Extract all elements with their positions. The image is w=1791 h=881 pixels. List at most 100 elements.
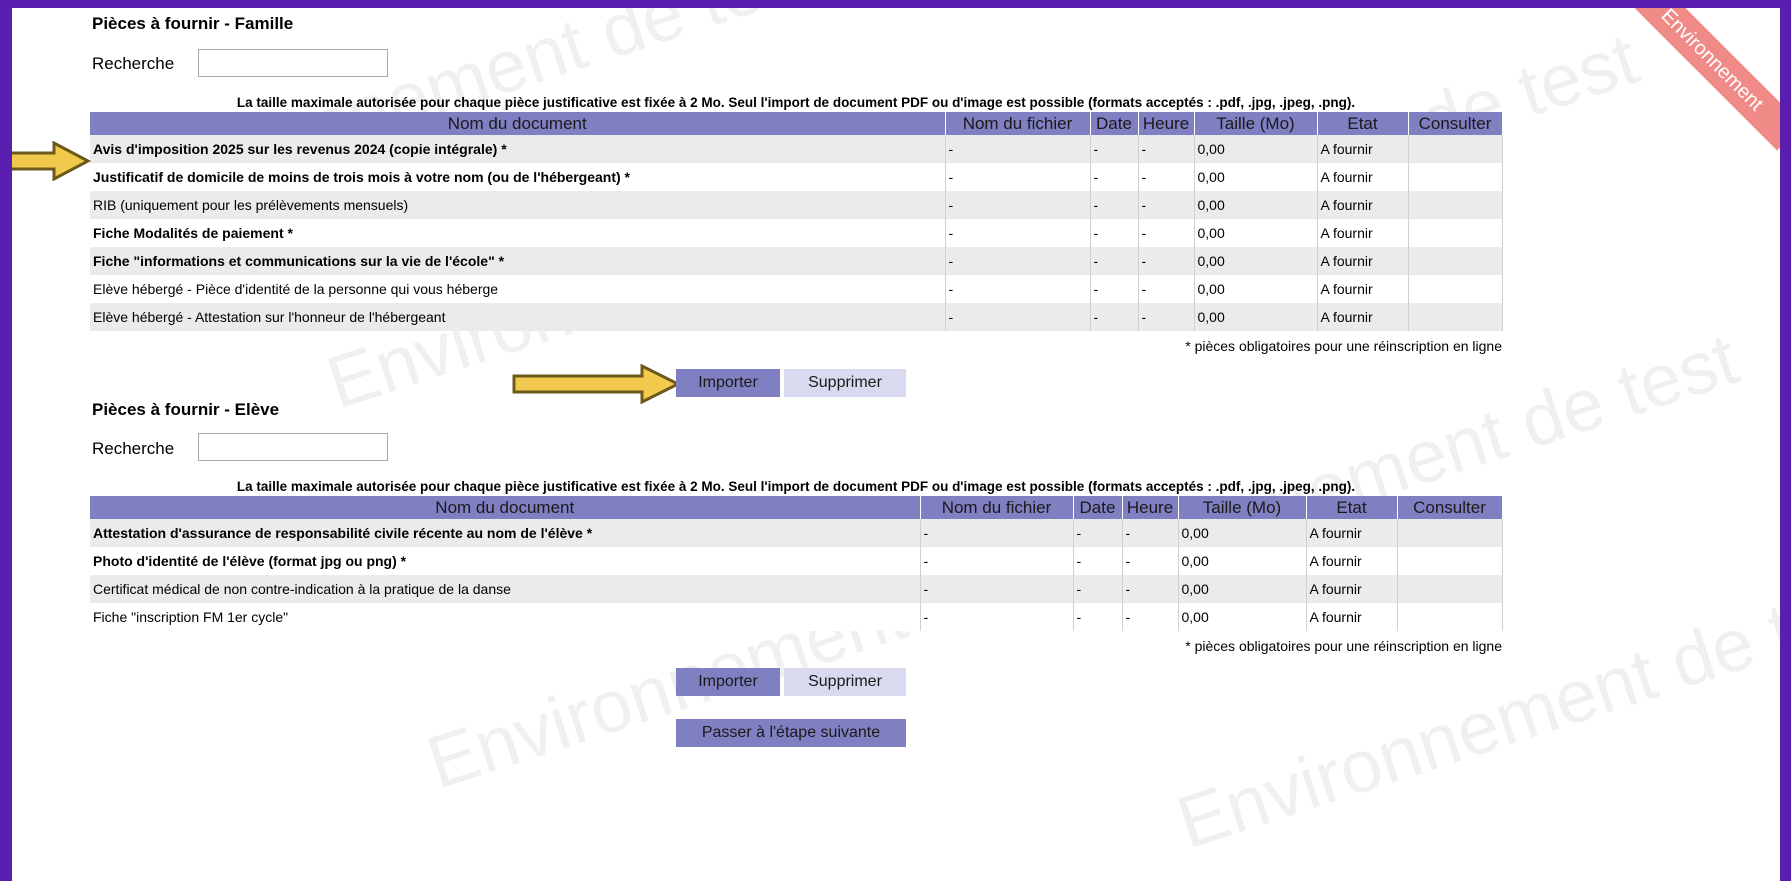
column-header-state[interactable]: Etat bbox=[1306, 496, 1398, 519]
consult-cell[interactable] bbox=[1408, 163, 1503, 191]
file-name: - bbox=[920, 547, 1074, 575]
column-header-date[interactable]: Date bbox=[1073, 496, 1123, 519]
column-header-file-name[interactable]: Nom du fichier bbox=[945, 112, 1091, 135]
column-header-time[interactable]: Heure bbox=[1138, 112, 1195, 135]
file-name: - bbox=[945, 135, 1091, 163]
table-row[interactable]: Fiche "inscription FM 1er cycle" - - - 0… bbox=[90, 603, 1503, 631]
table-header-row: Nom du document Nom du fichier Date Heur… bbox=[90, 496, 1503, 519]
document-state: A fournir bbox=[1317, 303, 1409, 331]
document-name: Attestation d'assurance de responsabilit… bbox=[90, 519, 921, 547]
file-name: - bbox=[945, 163, 1091, 191]
consult-cell[interactable] bbox=[1408, 303, 1503, 331]
upload-date: - bbox=[1090, 191, 1139, 219]
environment-ribbon: Environnement bbox=[1621, 8, 1780, 151]
column-header-consult[interactable]: Consulter bbox=[1408, 112, 1503, 135]
column-header-size[interactable]: Taille (Mo) bbox=[1194, 112, 1318, 135]
document-state: A fournir bbox=[1317, 247, 1409, 275]
table-row[interactable]: RIB (uniquement pour les prélèvements me… bbox=[90, 191, 1503, 219]
eleve-delete-button[interactable]: Supprimer bbox=[784, 668, 906, 696]
column-header-date[interactable]: Date bbox=[1090, 112, 1139, 135]
table-row[interactable]: Certificat médical de non contre-indicat… bbox=[90, 575, 1503, 603]
upload-date: - bbox=[1090, 303, 1139, 331]
document-name: Avis d'imposition 2025 sur les revenus 2… bbox=[90, 135, 946, 163]
document-name: Certificat médical de non contre-indicat… bbox=[90, 575, 921, 603]
consult-cell[interactable] bbox=[1397, 547, 1503, 575]
table-row[interactable]: Avis d'imposition 2025 sur les revenus 2… bbox=[90, 135, 1503, 163]
consult-cell[interactable] bbox=[1408, 219, 1503, 247]
upload-time: - bbox=[1138, 219, 1195, 247]
document-name: Fiche "informations et communications su… bbox=[90, 247, 946, 275]
column-header-document-name[interactable]: Nom du document bbox=[90, 112, 946, 135]
famille-search-label: Recherche bbox=[92, 54, 175, 73]
eleve-section-title: Pièces à fournir - Elève bbox=[92, 400, 280, 419]
consult-cell[interactable] bbox=[1397, 575, 1503, 603]
upload-time: - bbox=[1138, 163, 1195, 191]
consult-cell[interactable] bbox=[1397, 519, 1503, 547]
document-name: Elève hébergé - Attestation sur l'honneu… bbox=[90, 303, 946, 331]
file-size: 0,00 bbox=[1178, 547, 1307, 575]
document-state: A fournir bbox=[1306, 519, 1398, 547]
document-name: Elève hébergé - Pièce d'identité de la p… bbox=[90, 275, 946, 303]
file-size: 0,00 bbox=[1194, 191, 1318, 219]
upload-time: - bbox=[1138, 247, 1195, 275]
upload-time: - bbox=[1122, 547, 1179, 575]
file-name: - bbox=[945, 219, 1091, 247]
file-size: 0,00 bbox=[1194, 247, 1318, 275]
eleve-size-notice: La taille maximale autorisée pour chaque… bbox=[236, 479, 1356, 494]
consult-cell[interactable] bbox=[1408, 135, 1503, 163]
table-row[interactable]: Fiche "informations et communications su… bbox=[90, 247, 1503, 275]
file-size: 0,00 bbox=[1178, 575, 1307, 603]
consult-cell[interactable] bbox=[1408, 275, 1503, 303]
document-state: A fournir bbox=[1306, 603, 1398, 631]
column-header-document-name[interactable]: Nom du document bbox=[90, 496, 921, 519]
file-name: - bbox=[945, 303, 1091, 331]
upload-time: - bbox=[1122, 603, 1179, 631]
next-step-button[interactable]: Passer à l'étape suivante bbox=[676, 719, 906, 747]
table-row[interactable]: Attestation d'assurance de responsabilit… bbox=[90, 519, 1503, 547]
column-header-size[interactable]: Taille (Mo) bbox=[1178, 496, 1307, 519]
document-state: A fournir bbox=[1317, 275, 1409, 303]
consult-cell[interactable] bbox=[1408, 191, 1503, 219]
file-size: 0,00 bbox=[1194, 219, 1318, 247]
famille-search-input[interactable] bbox=[198, 49, 388, 77]
document-name: Photo d'identité de l'élève (format jpg … bbox=[90, 547, 921, 575]
column-header-time[interactable]: Heure bbox=[1122, 496, 1179, 519]
famille-size-notice: La taille maximale autorisée pour chaque… bbox=[236, 95, 1356, 110]
eleve-import-button[interactable]: Importer bbox=[676, 668, 780, 696]
document-state: A fournir bbox=[1306, 575, 1398, 603]
upload-time: - bbox=[1138, 135, 1195, 163]
pointer-arrow-icon bbox=[512, 364, 682, 404]
column-header-file-name[interactable]: Nom du fichier bbox=[920, 496, 1074, 519]
column-header-state[interactable]: Etat bbox=[1317, 112, 1409, 135]
file-name: - bbox=[945, 191, 1091, 219]
table-row[interactable]: Photo d'identité de l'élève (format jpg … bbox=[90, 547, 1503, 575]
document-name: Justificatif de domicile de moins de tro… bbox=[90, 163, 946, 191]
table-header-row: Nom du document Nom du fichier Date Heur… bbox=[90, 112, 1503, 135]
upload-date: - bbox=[1090, 135, 1139, 163]
document-state: A fournir bbox=[1317, 163, 1409, 191]
famille-delete-button[interactable]: Supprimer bbox=[784, 369, 906, 397]
upload-time: - bbox=[1122, 519, 1179, 547]
upload-time: - bbox=[1138, 191, 1195, 219]
eleve-search-input[interactable] bbox=[198, 433, 388, 461]
consult-cell[interactable] bbox=[1408, 247, 1503, 275]
column-header-consult[interactable]: Consulter bbox=[1397, 496, 1503, 519]
famille-documents-table: Nom du document Nom du fichier Date Heur… bbox=[90, 112, 1503, 331]
upload-date: - bbox=[1090, 247, 1139, 275]
table-row[interactable]: Elève hébergé - Pièce d'identité de la p… bbox=[90, 275, 1503, 303]
upload-date: - bbox=[1073, 603, 1123, 631]
file-name: - bbox=[920, 603, 1074, 631]
famille-import-button[interactable]: Importer bbox=[676, 369, 780, 397]
document-name: RIB (uniquement pour les prélèvements me… bbox=[90, 191, 946, 219]
upload-date: - bbox=[1073, 575, 1123, 603]
table-row[interactable]: Justificatif de domicile de moins de tro… bbox=[90, 163, 1503, 191]
page-frame: Environnement de test Environnement de t… bbox=[12, 8, 1780, 881]
file-size: 0,00 bbox=[1194, 163, 1318, 191]
table-row[interactable]: Elève hébergé - Attestation sur l'honneu… bbox=[90, 303, 1503, 331]
file-size: 0,00 bbox=[1178, 603, 1307, 631]
consult-cell[interactable] bbox=[1397, 603, 1503, 631]
upload-date: - bbox=[1073, 519, 1123, 547]
file-size: 0,00 bbox=[1194, 303, 1318, 331]
file-name: - bbox=[945, 275, 1091, 303]
table-row[interactable]: Fiche Modalités de paiement * - - - 0,00… bbox=[90, 219, 1503, 247]
